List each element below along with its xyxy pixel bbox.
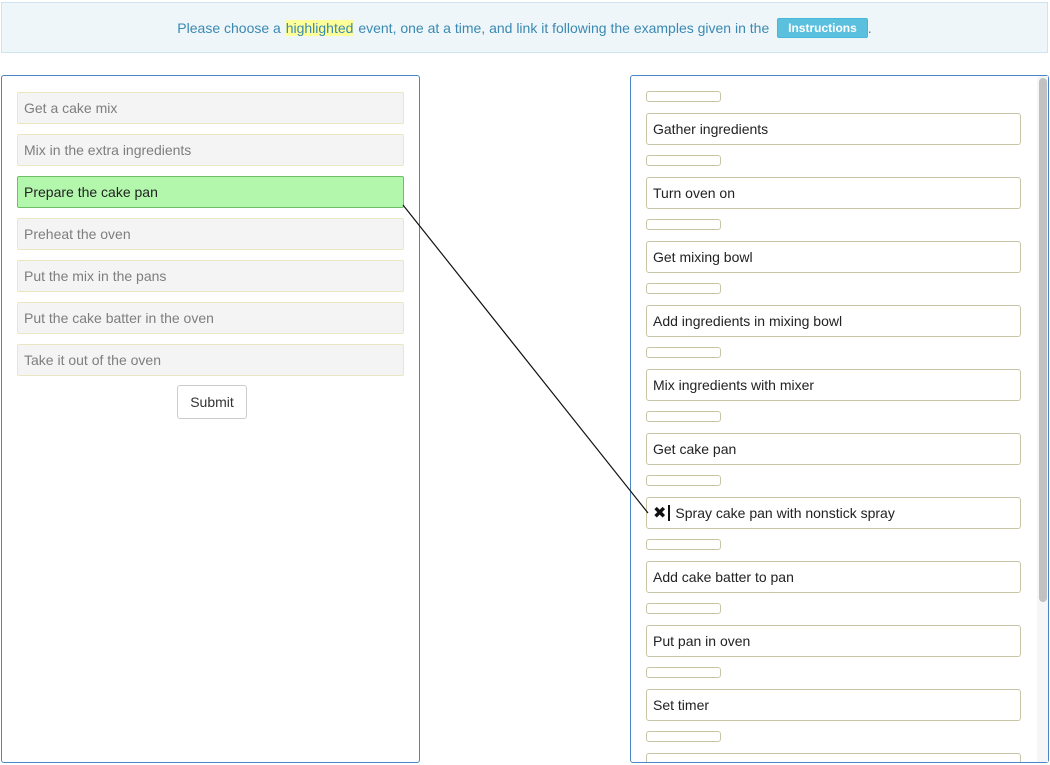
step-item[interactable]: Get mixing bowl bbox=[646, 241, 1021, 273]
submit-button[interactable]: Submit bbox=[177, 385, 247, 419]
banner-highlight-word: highlighted bbox=[284, 19, 355, 36]
instruction-banner: Please choose a highlighted event, one a… bbox=[1, 2, 1048, 53]
event-item-selected[interactable]: Prepare the cake pan bbox=[17, 176, 404, 208]
step-item[interactable]: Get cake pan bbox=[646, 433, 1021, 465]
events-panel: Get a cake mix Mix in the extra ingredie… bbox=[1, 75, 420, 763]
event-item[interactable]: Put the mix in the pans bbox=[17, 260, 404, 292]
step-item[interactable]: Add ingredients in mixing bowl bbox=[646, 305, 1021, 337]
step-item[interactable]: Turn oven on bbox=[646, 177, 1021, 209]
insert-slot[interactable] bbox=[646, 347, 721, 358]
insert-slot[interactable] bbox=[646, 411, 721, 422]
banner-text-after: event, one at a time, and link it follow… bbox=[354, 19, 774, 36]
event-item[interactable]: Take it out of the oven bbox=[17, 344, 404, 376]
step-item[interactable]: Put pan in oven bbox=[646, 625, 1021, 657]
insert-slot[interactable] bbox=[646, 539, 721, 550]
insert-slot[interactable] bbox=[646, 603, 721, 614]
event-item[interactable]: Preheat the oven bbox=[17, 218, 404, 250]
step-item-partial[interactable] bbox=[646, 753, 1021, 762]
insert-slot[interactable] bbox=[646, 475, 721, 486]
link-line bbox=[402, 204, 649, 514]
step-item[interactable]: Add cake batter to pan bbox=[646, 561, 1021, 593]
event-item[interactable]: Get a cake mix bbox=[17, 92, 404, 124]
insert-slot[interactable] bbox=[646, 731, 721, 742]
banner-text-before: Please choose a bbox=[177, 19, 285, 36]
insert-slot[interactable] bbox=[646, 155, 721, 166]
insert-slot[interactable] bbox=[646, 667, 721, 678]
steps-scrollbar[interactable] bbox=[1037, 76, 1048, 762]
insert-slot[interactable] bbox=[646, 91, 721, 102]
event-item[interactable]: Put the cake batter in the oven bbox=[17, 302, 404, 334]
step-item[interactable]: Mix ingredients with mixer bbox=[646, 369, 1021, 401]
link-marker bbox=[668, 505, 671, 521]
banner-period: . bbox=[867, 19, 872, 36]
instructions-button[interactable]: Instructions bbox=[777, 17, 868, 38]
step-item[interactable]: Set timer bbox=[646, 689, 1021, 721]
scrollbar-thumb[interactable] bbox=[1039, 78, 1047, 602]
insert-slot[interactable] bbox=[646, 283, 721, 294]
event-item[interactable]: Mix in the extra ingredients bbox=[17, 134, 404, 166]
close-x-icon[interactable]: ✖ bbox=[653, 505, 666, 522]
insert-slot[interactable] bbox=[646, 219, 721, 230]
step-label: Spray cake pan with nonstick spray bbox=[675, 505, 895, 521]
step-item-linked[interactable]: ✖ Spray cake pan with nonstick spray bbox=[646, 497, 1021, 529]
step-item[interactable]: Gather ingredients bbox=[646, 113, 1021, 145]
steps-panel: Gather ingredients Turn oven on Get mixi… bbox=[630, 75, 1049, 763]
